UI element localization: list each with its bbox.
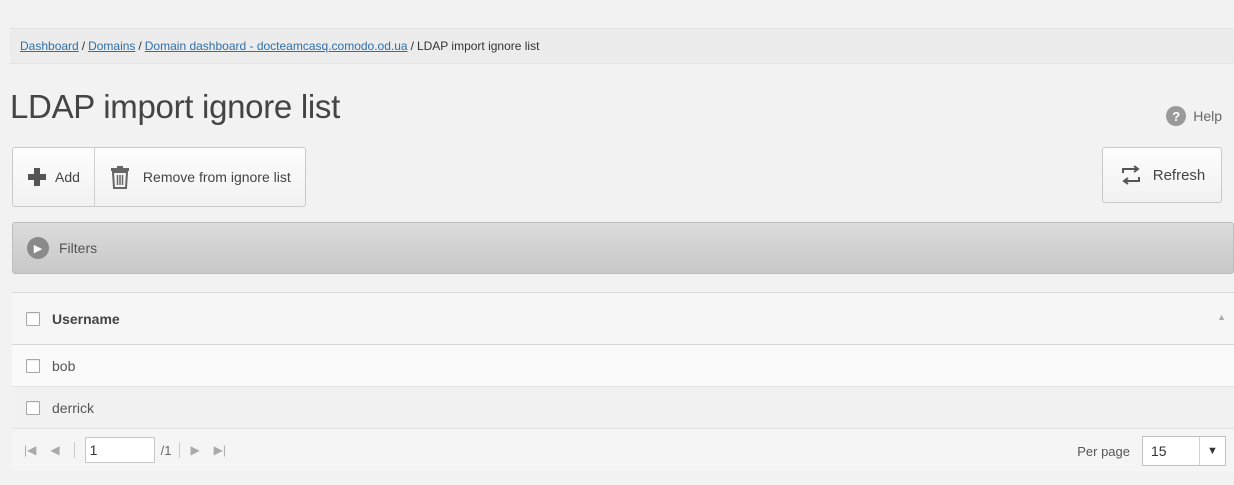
table-row: derrick — [12, 387, 1234, 429]
help-label: Help — [1193, 108, 1222, 124]
row-checkbox[interactable] — [26, 358, 40, 373]
filters-label: Filters — [59, 240, 98, 256]
breadcrumb-separator: / — [138, 39, 142, 53]
chevron-down-icon: ▼ — [1199, 437, 1225, 465]
remove-button-label: Remove from ignore list — [142, 169, 291, 185]
last-page-icon[interactable]: ▶| — [214, 443, 226, 457]
help-link[interactable]: ? Help — [1166, 106, 1222, 126]
expand-arrow-icon: ▶ — [27, 237, 49, 259]
sort-arrow-icon[interactable]: ▲ — [1217, 312, 1226, 322]
breadcrumb-current: LDAP import ignore list — [416, 39, 540, 53]
username-cell: bob — [52, 357, 76, 374]
refresh-icon — [1121, 165, 1140, 185]
breadcrumb: Dashboard / Domains / Domain dashboard - doc… — [10, 28, 1234, 64]
username-cell: derrick — [52, 399, 95, 416]
first-page-icon[interactable]: |◀ — [24, 443, 36, 457]
row-checkbox[interactable] — [26, 400, 40, 415]
trash-icon — [110, 166, 129, 189]
select-all-checkbox[interactable] — [26, 311, 40, 326]
pagination: |◀ ◀ /1 ▶ ▶| Per page 15 ▼ — [12, 429, 1234, 471]
per-page-control: Per page 15 ▼ — [1077, 436, 1226, 466]
pagination-divider — [73, 442, 75, 458]
table-header: Username ▲ — [12, 293, 1234, 345]
breadcrumb-separator: / — [410, 39, 414, 53]
add-button-label: Add — [55, 169, 80, 185]
page-title: LDAP import ignore list — [10, 88, 340, 125]
per-page-select[interactable]: 15 ▼ — [1142, 436, 1226, 466]
total-pages: /1 — [160, 442, 172, 458]
table-row: bob — [12, 345, 1234, 387]
breadcrumb-domains-link[interactable]: Domains — [88, 39, 135, 53]
breadcrumb-dashboard-link[interactable]: Dashboard — [20, 39, 79, 53]
per-page-value: 15 — [1151, 443, 1167, 459]
help-icon: ? — [1166, 106, 1187, 126]
next-page-icon[interactable]: ▶ — [190, 443, 199, 457]
add-button[interactable]: Add — [13, 148, 94, 206]
page: Dashboard / Domains / Domain dashboard - doc… — [0, 0, 1234, 485]
breadcrumb-domain-dashboard-link[interactable]: Domain dashboard - docteamcasq.comodo.od… — [145, 39, 408, 53]
breadcrumb-separator: / — [81, 39, 86, 53]
page-number-input[interactable] — [84, 437, 155, 463]
username-table: Username ▲ bob derrick |◀ ◀ /1 ▶ ▶| Per … — [12, 292, 1234, 471]
plus-icon — [27, 167, 47, 187]
per-page-label: Per page — [1077, 443, 1130, 459]
toolbar: Add Remove from ignore list — [12, 147, 306, 207]
refresh-button-label: Refresh — [1152, 166, 1206, 184]
refresh-button[interactable]: Refresh — [1102, 147, 1222, 203]
username-column-header[interactable]: Username — [52, 311, 120, 327]
filters-panel-toggle[interactable]: ▶ Filters — [12, 222, 1234, 274]
pagination-divider — [179, 442, 181, 458]
previous-page-icon[interactable]: ◀ — [50, 443, 59, 457]
remove-from-ignore-list-button[interactable]: Remove from ignore list — [93, 148, 305, 206]
